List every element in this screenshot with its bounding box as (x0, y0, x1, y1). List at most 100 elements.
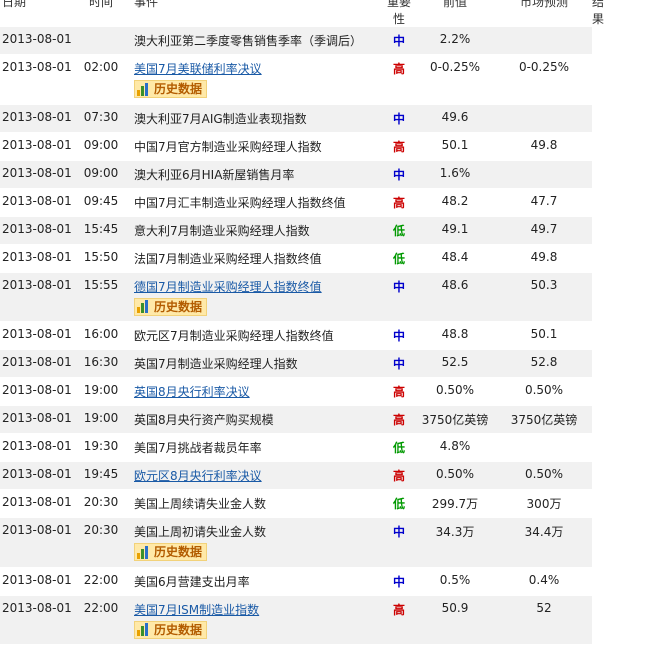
importance-badge: 中 (384, 27, 414, 55)
table-row: 2013-08-01 15:55 德国7月制造业采购经理人指数终值历史数据 中 48.6… (0, 272, 592, 322)
importance-badge: 高 (384, 54, 414, 105)
row-date: 2013-08-01 (0, 272, 72, 322)
event-name: 澳大利亚6月HIA新屋销售月率 (134, 167, 295, 182)
row-previous: 299.7万 (414, 489, 496, 518)
event-link[interactable]: 德国7月制造业采购经理人指数终值 (134, 280, 322, 294)
row-time: 16:30 (68, 349, 134, 378)
row-date: 2013-08-01 (0, 104, 72, 133)
row-time: 09:45 (68, 188, 134, 217)
row-event: 澳大利亚6月HIA新屋销售月率 (134, 160, 384, 189)
row-date: 2013-08-01 (0, 517, 72, 568)
importance-badge: 中 (384, 349, 414, 378)
row-date: 2013-08-01 (0, 377, 72, 406)
row-time: 15:45 (68, 216, 134, 245)
row-time: 09:00 (68, 160, 134, 189)
row-forecast: 0.4% (496, 567, 592, 596)
header-time: 时间 (68, 0, 134, 27)
event-name: 澳大利亚7月AIG制造业表现指数 (134, 111, 307, 126)
event-name: 澳大利亚第二季度零售销售季率（季调后） (134, 34, 363, 48)
table-row: 2013-08-01 澳大利亚第二季度零售销售季率（季调后） 中 2.2% (0, 27, 592, 55)
table-row: 2013-08-01 07:30 澳大利亚7月AIG制造业表现指数 中 49.6 (0, 104, 592, 133)
row-event: 英国8月央行利率决议 (134, 377, 384, 406)
row-event: 欧元区8月央行利率决议 (134, 461, 384, 490)
row-forecast: 0.50% (496, 461, 592, 490)
row-previous: 48.2 (414, 188, 496, 217)
event-name: 英国7月制造业采购经理人指数 (134, 357, 298, 371)
row-previous: 52.5 (414, 349, 496, 378)
row-forecast: 0.50% (496, 377, 592, 406)
importance-badge: 中 (384, 567, 414, 596)
importance-badge: 高 (384, 188, 414, 217)
row-previous: 0.50% (414, 461, 496, 490)
event-link[interactable]: 美国7月美联储利率决议 (134, 62, 262, 76)
table-row: 2013-08-01 16:30 英国7月制造业采购经理人指数 中 52.5 52.8 (0, 349, 592, 378)
row-event: 中国7月汇丰制造业采购经理人指数终值 (134, 188, 384, 217)
row-forecast (496, 27, 592, 55)
row-forecast (496, 433, 592, 462)
row-date: 2013-08-01 (0, 188, 72, 217)
table-row: 2013-08-01 15:45 意大利7月制造业采购经理人指数 低 49.1 49.7 (0, 216, 592, 245)
table-row: 2013-08-01 09:45 中国7月汇丰制造业采购经理人指数终值 高 48.2 47… (0, 188, 592, 217)
row-date: 2013-08-01 (0, 321, 72, 350)
row-forecast: 50.3 (496, 272, 592, 322)
event-link[interactable]: 英国8月央行利率决议 (134, 385, 250, 399)
row-previous: 49.1 (414, 216, 496, 245)
importance-badge: 中 (384, 160, 414, 189)
bar-chart-icon (137, 623, 151, 636)
history-data-button[interactable]: 历史数据 (134, 543, 208, 561)
header-forecast: 市场预测 (496, 0, 592, 27)
row-previous: 1.6% (414, 160, 496, 189)
row-forecast: 52 (496, 595, 592, 645)
row-time: 22:00 (68, 567, 134, 596)
row-event: 英国8月央行资产购买规模 (134, 405, 384, 434)
row-date: 2013-08-01 (0, 244, 72, 273)
row-date: 2013-08-01 (0, 461, 72, 490)
row-date: 2013-08-01 (0, 216, 72, 245)
row-previous: 48.4 (414, 244, 496, 273)
row-event: 美国上周续请失业金人数 (134, 489, 384, 518)
event-name: 中国7月官方制造业采购经理人指数 (134, 139, 322, 154)
row-event: 中国7月官方制造业采购经理人指数 (134, 132, 384, 161)
row-previous: 34.3万 (414, 517, 496, 568)
row-previous: 48.6 (414, 272, 496, 322)
history-data-button[interactable]: 历史数据 (134, 297, 208, 316)
row-previous: 48.8 (414, 321, 496, 350)
row-forecast: 49.8 (496, 132, 592, 161)
row-previous: 50.9 (414, 595, 496, 645)
row-previous: 2.2% (414, 27, 496, 55)
history-data-label: 历史数据 (154, 82, 203, 96)
importance-badge: 高 (384, 461, 414, 490)
bar-chart-icon (137, 82, 151, 96)
row-previous: 0-0.25% (414, 54, 496, 105)
header-date: 日期 (0, 0, 68, 27)
importance-badge: 中 (384, 104, 414, 133)
row-forecast: 50.1 (496, 321, 592, 350)
row-date: 2013-08-01 (0, 567, 72, 596)
row-previous: 0.50% (414, 377, 496, 406)
table-row: 2013-08-01 15:50 法国7月制造业采购经理人指数终值 低 48.4 49.8 (0, 244, 592, 273)
row-date: 2013-08-01 (0, 405, 72, 434)
bar-chart-icon (137, 545, 151, 559)
event-link[interactable]: 欧元区8月央行利率决议 (134, 469, 262, 483)
importance-badge: 中 (384, 272, 414, 322)
row-time: 15:55 (68, 272, 134, 322)
event-link[interactable]: 美国7月ISM制造业指数 (134, 603, 259, 617)
history-data-label: 历史数据 (154, 299, 203, 314)
row-time: 02:00 (68, 54, 134, 105)
calendar-container: 日期 时间 事件 重要性 前值 市场预测 结果 2013-08-01 澳大利亚第二… (0, 0, 655, 664)
row-time: 07:30 (68, 104, 134, 133)
history-data-button[interactable]: 历史数据 (134, 80, 208, 98)
row-time: 19:45 (68, 461, 134, 490)
history-data-label: 历史数据 (154, 545, 203, 559)
row-date: 2013-08-01 (0, 54, 72, 105)
table-row: 2013-08-01 09:00 中国7月官方制造业采购经理人指数 高 50.1 49.8 (0, 132, 592, 161)
table-row: 2013-08-01 16:00 欧元区7月制造业采购经理人指数终值 中 48.8 50.… (0, 321, 592, 350)
history-data-button[interactable]: 历史数据 (134, 620, 208, 639)
row-event: 欧元区7月制造业采购经理人指数终值 (134, 321, 384, 350)
row-forecast: 49.7 (496, 216, 592, 245)
event-name: 欧元区7月制造业采购经理人指数终值 (134, 329, 334, 343)
row-event: 美国7月美联储利率决议历史数据 (134, 54, 384, 105)
row-time: 15:50 (68, 244, 134, 273)
event-name: 美国上周续请失业金人数 (134, 497, 267, 511)
economic-calendar-table: 日期 时间 事件 重要性 前值 市场预测 结果 2013-08-01 澳大利亚第二… (0, 0, 604, 645)
